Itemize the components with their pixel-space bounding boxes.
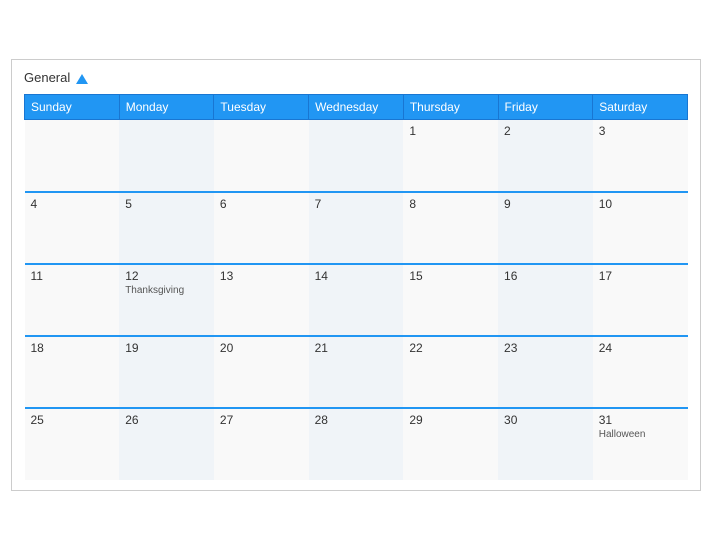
day-number: 23 xyxy=(504,341,587,355)
weekday-header-tuesday: Tuesday xyxy=(214,95,309,120)
calendar-cell: 12 Thanksgiving xyxy=(119,264,214,336)
day-number: 11 xyxy=(31,269,114,283)
day-number: 25 xyxy=(31,413,114,427)
calendar-cell xyxy=(119,120,214,192)
day-number: 9 xyxy=(504,197,587,211)
calendar-cell: 22 xyxy=(403,336,498,408)
weekday-header-sunday: Sunday xyxy=(25,95,120,120)
calendar-header: General xyxy=(24,70,688,86)
weekday-header-monday: Monday xyxy=(119,95,214,120)
day-number: 20 xyxy=(220,341,303,355)
day-number: 31 xyxy=(599,413,682,427)
weekday-header-thursday: Thursday xyxy=(403,95,498,120)
day-number: 2 xyxy=(504,124,587,138)
calendar-cell: 29 xyxy=(403,408,498,480)
day-number: 21 xyxy=(315,341,398,355)
logo-general-text: General xyxy=(24,70,88,86)
calendar-cell: 31 Halloween xyxy=(593,408,688,480)
calendar-cell: 23 xyxy=(498,336,593,408)
day-number: 5 xyxy=(125,197,208,211)
day-number: 4 xyxy=(31,197,114,211)
logo: General xyxy=(24,70,88,86)
calendar-cell: 7 xyxy=(309,192,404,264)
day-number: 7 xyxy=(315,197,398,211)
calendar-cell: 21 xyxy=(309,336,404,408)
calendar-cell: 16 xyxy=(498,264,593,336)
calendar-cell: 27 xyxy=(214,408,309,480)
week-row-3: 11 12 Thanksgiving 13 14 15 16 17 xyxy=(25,264,688,336)
calendar-cell: 17 xyxy=(593,264,688,336)
calendar-cell: 18 xyxy=(25,336,120,408)
calendar-cell: 30 xyxy=(498,408,593,480)
calendar-cell: 13 xyxy=(214,264,309,336)
day-number: 15 xyxy=(409,269,492,283)
calendar-cell: 2 xyxy=(498,120,593,192)
calendar-cell: 14 xyxy=(309,264,404,336)
day-number: 22 xyxy=(409,341,492,355)
calendar-cell: 20 xyxy=(214,336,309,408)
day-number: 19 xyxy=(125,341,208,355)
calendar-cell: 6 xyxy=(214,192,309,264)
day-number: 29 xyxy=(409,413,492,427)
calendar-cell: 25 xyxy=(25,408,120,480)
event-label: Halloween xyxy=(599,429,682,440)
calendar-container: General SundayMondayTuesdayWednesdayThur… xyxy=(11,59,701,490)
weekday-header-friday: Friday xyxy=(498,95,593,120)
weekday-header-wednesday: Wednesday xyxy=(309,95,404,120)
day-number: 1 xyxy=(409,124,492,138)
calendar-cell: 3 xyxy=(593,120,688,192)
calendar-cell: 11 xyxy=(25,264,120,336)
day-number: 12 xyxy=(125,269,208,283)
calendar-cell: 5 xyxy=(119,192,214,264)
day-number: 6 xyxy=(220,197,303,211)
week-row-2: 456789 10 xyxy=(25,192,688,264)
day-number: 3 xyxy=(599,124,682,138)
calendar-cell: 28 xyxy=(309,408,404,480)
day-number: 10 xyxy=(599,197,682,211)
week-row-1: 123 xyxy=(25,120,688,192)
day-number: 28 xyxy=(315,413,398,427)
week-row-4: 18 19 20 21 22 23 24 xyxy=(25,336,688,408)
calendar-cell: 26 xyxy=(119,408,214,480)
calendar-cell xyxy=(25,120,120,192)
calendar-cell: 10 xyxy=(593,192,688,264)
calendar-cell: 4 xyxy=(25,192,120,264)
calendar-cell xyxy=(309,120,404,192)
day-number: 27 xyxy=(220,413,303,427)
calendar-cell xyxy=(214,120,309,192)
event-label: Thanksgiving xyxy=(125,285,208,296)
weekday-header-row: SundayMondayTuesdayWednesdayThursdayFrid… xyxy=(25,95,688,120)
calendar-cell: 15 xyxy=(403,264,498,336)
calendar-cell: 19 xyxy=(119,336,214,408)
week-row-5: 25 26 27 28 29 30 31 Halloween xyxy=(25,408,688,480)
calendar-cell: 9 xyxy=(498,192,593,264)
calendar-cell: 24 xyxy=(593,336,688,408)
day-number: 8 xyxy=(409,197,492,211)
logo-triangle-icon xyxy=(76,74,88,84)
weekday-header-saturday: Saturday xyxy=(593,95,688,120)
day-number: 18 xyxy=(31,341,114,355)
day-number: 14 xyxy=(315,269,398,283)
day-number: 30 xyxy=(504,413,587,427)
calendar-cell: 8 xyxy=(403,192,498,264)
calendar-cell: 1 xyxy=(403,120,498,192)
day-number: 24 xyxy=(599,341,682,355)
day-number: 16 xyxy=(504,269,587,283)
day-number: 17 xyxy=(599,269,682,283)
day-number: 13 xyxy=(220,269,303,283)
day-number: 26 xyxy=(125,413,208,427)
calendar-table: SundayMondayTuesdayWednesdayThursdayFrid… xyxy=(24,94,688,480)
